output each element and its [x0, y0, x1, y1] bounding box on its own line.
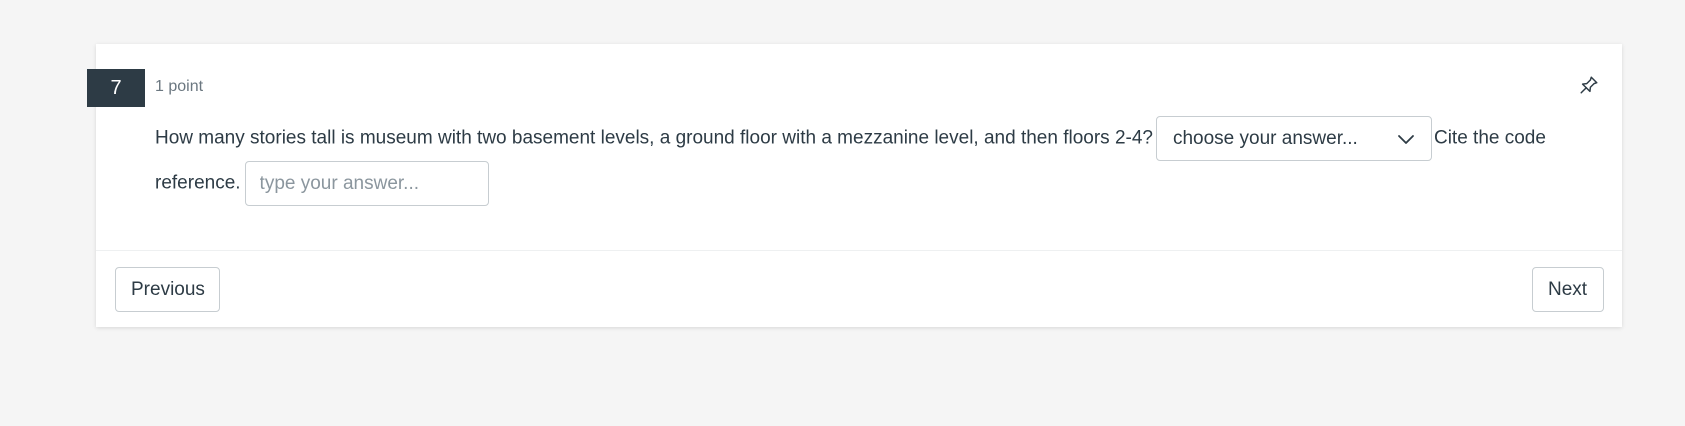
answer-text-field[interactable] [244, 161, 489, 206]
previous-button[interactable]: Previous [115, 267, 220, 312]
question-card: 7 1 point How many stories tall is museu… [87, 44, 1622, 327]
answer-dropdown-value: choose your answer... [1172, 128, 1358, 149]
pin-icon [1580, 76, 1598, 94]
question-text: How many stories tall is museum with two… [155, 116, 1595, 206]
footer-divider [96, 250, 1622, 251]
chevron-down-icon [1398, 134, 1414, 144]
next-button[interactable]: Next [1532, 267, 1604, 312]
question-number-badge: 7 [87, 69, 145, 107]
question-text-before: How many stories tall is museum with two… [155, 127, 1153, 149]
question-points: 1 point [155, 78, 204, 95]
answer-dropdown[interactable]: choose your answer... [1155, 116, 1432, 161]
pin-button[interactable] [1576, 72, 1602, 98]
